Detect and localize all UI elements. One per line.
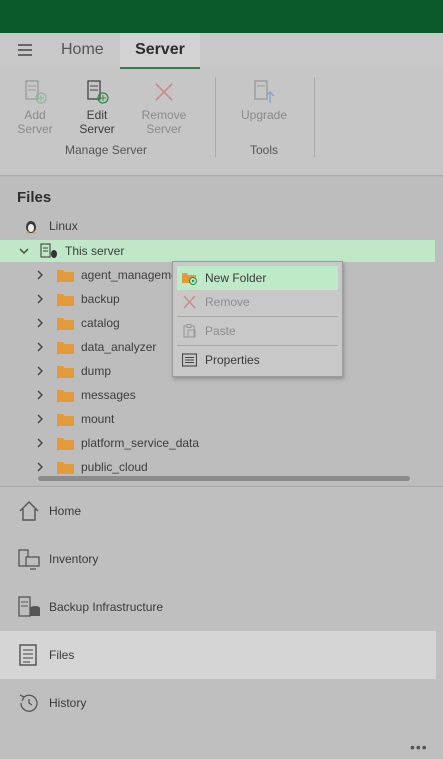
add-server-label-1: Add: [24, 108, 46, 122]
files-icon: [19, 644, 37, 666]
nav-item-backup-infrastructure[interactable]: Backup Infrastructure: [0, 583, 436, 631]
ribbon-divider: [215, 77, 216, 157]
tree-item-folder[interactable]: public_cloud: [0, 456, 435, 478]
tab-home[interactable]: Home: [61, 33, 104, 69]
edit-server-label-2: Server: [79, 122, 115, 136]
nav-item-label: Files: [49, 648, 75, 662]
chevron-down-icon[interactable]: [19, 246, 29, 256]
tab-server[interactable]: Server: [120, 33, 200, 69]
nav-item-inventory[interactable]: Inventory: [0, 535, 436, 583]
folder-icon: [57, 462, 74, 474]
upgrade-label: Upgrade: [240, 108, 288, 122]
paste-icon: [183, 324, 196, 338]
horizontal-scrollbar[interactable]: [38, 476, 410, 481]
close-icon: [155, 83, 173, 101]
nav-item-label: History: [49, 696, 87, 710]
chevron-right-icon[interactable]: [35, 462, 45, 472]
files-title: Files: [17, 189, 52, 206]
nav-item-label: Home: [49, 504, 82, 518]
chevron-right-icon[interactable]: [35, 318, 45, 328]
menu-icon[interactable]: [18, 44, 32, 56]
tree-item-label: data_analyzer: [81, 340, 157, 354]
tree-item-folder[interactable]: messages: [0, 384, 435, 406]
edit-server-button[interactable]: Edit Server: [72, 79, 122, 136]
menu-separator: [177, 316, 338, 317]
tree-item-label: public_cloud: [81, 460, 148, 474]
upgrade-button[interactable]: Upgrade: [238, 79, 290, 122]
close-icon: [183, 295, 196, 309]
add-server-button[interactable]: Add Server: [10, 79, 60, 136]
ribbon-divider: [314, 77, 315, 157]
folder-icon: [57, 294, 74, 306]
properties-label: Properties: [205, 353, 260, 367]
nav-item-files[interactable]: Files: [0, 631, 436, 679]
menu-separator: [177, 345, 338, 346]
remove-server-label-2: Server: [146, 122, 182, 136]
tree-item-label: dump: [81, 364, 112, 378]
tree-item-label: Linux: [49, 219, 78, 233]
remove-label: Remove: [205, 295, 250, 309]
tree-item-label: platform_service_data: [81, 436, 200, 450]
edit-server-label-1: Edit: [86, 108, 108, 122]
upgrade-icon: [254, 80, 275, 103]
tree-item-linux[interactable]: Linux: [0, 215, 435, 237]
new-folder-menu-item[interactable]: New Folder: [177, 266, 338, 290]
tools-group-label: Tools: [250, 143, 279, 157]
history-icon: [19, 694, 38, 712]
title-bar: [0, 0, 443, 33]
home-icon: [19, 501, 39, 521]
chevron-right-icon[interactable]: [35, 390, 45, 400]
tree-item-label: catalog: [81, 316, 120, 330]
properties-menu-item[interactable]: Properties: [177, 348, 338, 372]
nav-item-label: Inventory: [49, 552, 99, 566]
remove-server-button[interactable]: Remove Server: [139, 79, 189, 136]
tree-item-label: backup: [81, 292, 120, 306]
folder-icon: [57, 318, 74, 330]
tree-item-folder[interactable]: mount: [0, 408, 435, 430]
nav-item-home[interactable]: Home: [0, 487, 436, 535]
new-folder-label: New Folder: [205, 271, 267, 285]
chevron-right-icon[interactable]: [35, 366, 45, 376]
paste-label: Paste: [205, 324, 236, 338]
backup-infrastructure-icon: [18, 596, 40, 617]
nav-item-label: Backup Infrastructure: [49, 600, 164, 614]
add-server-icon: [25, 80, 47, 104]
folder-icon: [57, 438, 74, 450]
paste-menu-item[interactable]: Paste: [177, 319, 338, 343]
more-options-button[interactable]: •••: [410, 739, 428, 755]
folder-icon: [57, 342, 74, 354]
properties-icon: [182, 353, 197, 367]
tree-item-label: mount: [81, 412, 115, 426]
remove-server-label-1: Remove: [141, 108, 187, 122]
ribbon: Add Server Edit Server Remove Server Man…: [0, 69, 443, 176]
tree-item-this-server[interactable]: This server: [0, 240, 435, 262]
add-server-label-2: Server: [17, 122, 53, 136]
manage-server-group-label: Manage Server: [65, 143, 148, 157]
tree-item-folder[interactable]: platform_service_data: [0, 432, 435, 454]
server-icon: [40, 243, 57, 258]
navigation-pane: Home Inventory Backup Infrastructure Fil…: [0, 486, 443, 759]
folder-icon: [57, 414, 74, 426]
remove-menu-item[interactable]: Remove: [177, 290, 338, 314]
inventory-icon: [18, 549, 40, 570]
chevron-right-icon[interactable]: [35, 414, 45, 424]
new-folder-icon: [182, 273, 197, 285]
tree-item-label: This server: [65, 244, 125, 258]
linux-icon: [26, 221, 36, 234]
edit-server-icon: [87, 80, 109, 104]
folder-icon: [57, 390, 74, 402]
ribbon-tabs: Home Server: [0, 33, 443, 69]
folder-icon: [57, 270, 74, 282]
chevron-right-icon[interactable]: [35, 342, 45, 352]
nav-item-history[interactable]: History: [0, 679, 436, 727]
chevron-right-icon[interactable]: [35, 438, 45, 448]
tree-item-label: messages: [81, 388, 136, 402]
chevron-right-icon[interactable]: [35, 294, 45, 304]
chevron-right-icon[interactable]: [35, 270, 45, 280]
context-menu: New Folder Remove Paste Properties: [172, 261, 343, 377]
folder-icon: [57, 366, 74, 378]
